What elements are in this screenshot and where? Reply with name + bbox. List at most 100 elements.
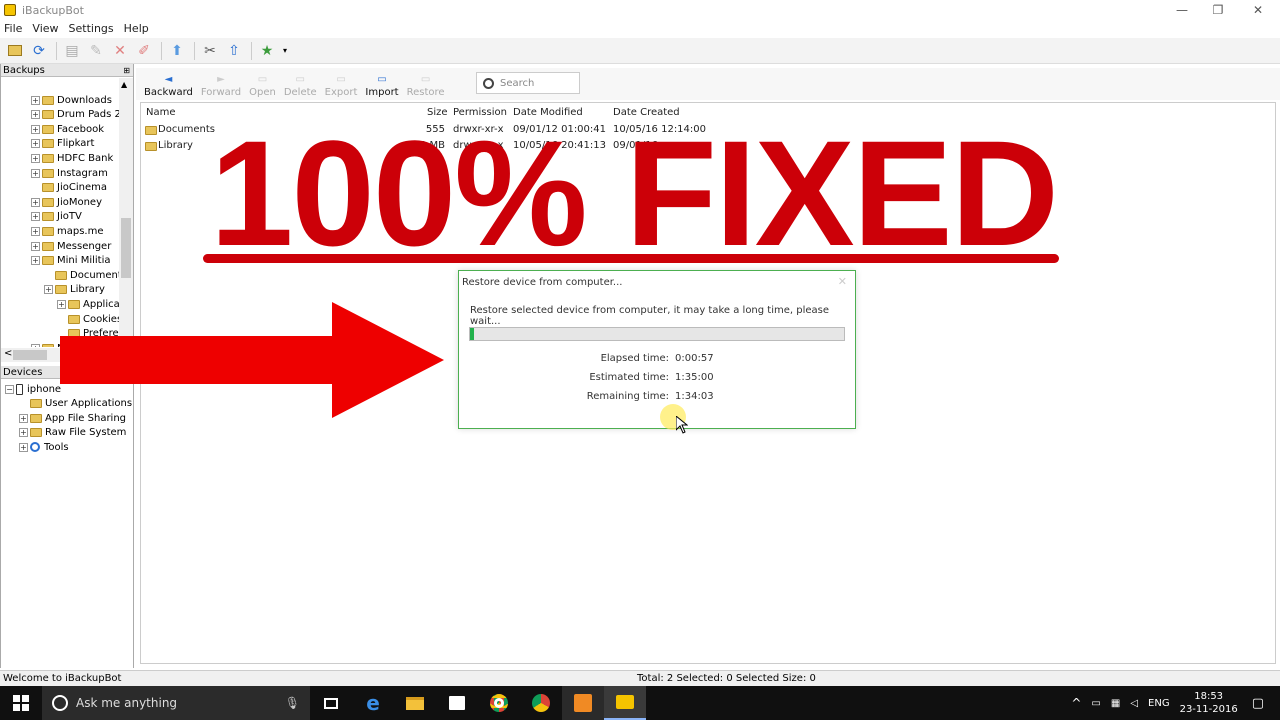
battery-icon[interactable]: ▭	[1091, 698, 1100, 709]
expand-toggle-icon[interactable]: +	[31, 168, 40, 178]
device-tree-item[interactable]: + Raw File System	[19, 426, 126, 440]
delete-button[interactable]: ▭ Delete	[284, 70, 317, 100]
chrome-icon[interactable]	[478, 686, 520, 720]
backup-tree-item[interactable]: + Library	[44, 283, 105, 297]
expand-toggle-icon[interactable]: +	[31, 241, 40, 251]
folder-icon	[30, 428, 42, 438]
content-toolbar: ◄ Backward ► Forward ▭ Open ▭ Delete ▭ Export ▭ Imp…	[136, 68, 1280, 100]
expand-toggle-icon[interactable]: +	[31, 153, 40, 163]
scroll-thumb[interactable]	[121, 218, 131, 278]
upload-cloud-icon[interactable]: ⬆	[166, 41, 188, 61]
backups-panel-header: Backups ⊞	[1, 64, 133, 77]
task-view-icon[interactable]	[310, 686, 352, 720]
backup-tree-item[interactable]: + maps.me	[31, 224, 104, 238]
language-indicator[interactable]: ENG	[1148, 698, 1170, 709]
delete-icon: ▭	[295, 74, 305, 85]
expand-toggle-icon[interactable]: +	[31, 124, 40, 134]
restore-button[interactable]: ▭ Restore	[407, 70, 445, 100]
store-icon[interactable]	[436, 686, 478, 720]
backup-tree-item[interactable]: + Messenger	[31, 239, 111, 253]
cell-name: Documents	[158, 124, 216, 135]
file-explorer-icon[interactable]	[394, 686, 436, 720]
expand-toggle-icon[interactable]: +	[19, 413, 28, 423]
menu-file[interactable]: File	[4, 22, 22, 35]
expand-toggle-icon[interactable]: +	[31, 95, 40, 105]
eraser-icon[interactable]: ✐	[133, 41, 155, 61]
forward-button[interactable]: ► Forward	[201, 70, 241, 100]
backup-tree-item[interactable]: + JioTV	[31, 210, 82, 224]
minimize-button[interactable]: —	[1164, 0, 1200, 20]
estimated-value: 1:35:00	[675, 372, 714, 383]
backup-tree-item[interactable]: + JioMoney	[31, 195, 102, 209]
volume-icon[interactable]: ◁	[1130, 698, 1138, 709]
maximize-button[interactable]: ❐	[1200, 0, 1236, 20]
recorder-app-icon[interactable]	[562, 686, 604, 720]
scroll-thumb[interactable]	[13, 350, 47, 360]
edge-browser-icon[interactable]: e	[352, 686, 394, 720]
backward-button[interactable]: ◄ Backward	[144, 70, 193, 100]
window-title: iBackupBot	[22, 3, 84, 17]
remaining-label: Remaining time:	[586, 391, 669, 402]
headline-underline	[203, 254, 1059, 263]
expand-toggle-icon[interactable]: +	[19, 428, 28, 438]
iphone-icon	[16, 383, 23, 395]
chrome-icon-2[interactable]	[520, 686, 562, 720]
backup-tree-item[interactable]: + HDFC Bank	[31, 151, 113, 165]
folder-icon	[55, 285, 67, 295]
notifications-icon[interactable]: ▢	[1252, 696, 1264, 711]
expand-toggle-icon[interactable]: +	[31, 343, 40, 347]
open-icon: ▭	[257, 74, 268, 85]
expand-toggle-icon[interactable]: +	[31, 256, 40, 266]
scroll-left-icon[interactable]: <	[4, 348, 12, 359]
pin-icon[interactable]: ⊞	[123, 66, 130, 75]
update-icon[interactable]: ⇧	[223, 41, 245, 61]
chevron-down-icon[interactable]: ▾	[280, 41, 290, 61]
start-button[interactable]	[0, 686, 42, 720]
backup-tree-item[interactable]: + Instagram	[31, 166, 108, 180]
backup-tree-item[interactable]: Documents	[44, 268, 127, 282]
expand-toggle-icon[interactable]: +	[31, 110, 40, 120]
scroll-up-icon[interactable]: ▲	[121, 80, 127, 89]
network-icon[interactable]: ▦	[1111, 698, 1120, 709]
copy-icon[interactable]: ▤	[61, 41, 83, 61]
backup-tree-item[interactable]: + Facebook	[31, 122, 104, 136]
menu-view[interactable]: View	[32, 22, 58, 35]
microphone-icon[interactable]: 🎙	[285, 696, 300, 710]
menu-help[interactable]: Help	[124, 22, 149, 35]
delete-icon[interactable]: ✕	[109, 41, 131, 61]
device-tree-item[interactable]: − iphone	[5, 382, 61, 396]
expand-toggle-icon[interactable]: +	[31, 197, 40, 207]
backup-tree-item[interactable]: + Mini Militia	[31, 254, 111, 268]
dialog-close-icon[interactable]: ✕	[838, 275, 847, 288]
restore-progress-bar	[469, 327, 845, 341]
favorite-star-icon[interactable]: ★	[256, 41, 278, 61]
clock[interactable]: 18:53 23-11-2016	[1180, 690, 1238, 716]
backup-tree-item[interactable]: + Flipkart	[31, 137, 94, 151]
col-name[interactable]: Name	[146, 107, 176, 118]
cortana-search[interactable]: Ask me anything 🎙	[42, 686, 310, 720]
expand-toggle-icon[interactable]: +	[44, 285, 53, 295]
open-folder-icon[interactable]	[4, 41, 26, 61]
backup-tree-item[interactable]: + Drum Pads 24	[31, 108, 127, 122]
app-logo-icon	[4, 4, 16, 16]
import-button[interactable]: ▭ Import	[365, 70, 398, 100]
expand-toggle-icon[interactable]: +	[31, 212, 40, 222]
tools-icon[interactable]: ✂	[199, 41, 221, 61]
expand-toggle-icon[interactable]: +	[19, 442, 28, 452]
device-tree-item[interactable]: + Tools	[19, 440, 69, 454]
toolbar-button-label: Backward	[144, 87, 193, 98]
tray-overflow-icon[interactable]: ^	[1071, 696, 1081, 710]
ibackupbot-taskbar-icon[interactable]	[604, 686, 646, 720]
open-button[interactable]: ▭ Open	[249, 70, 276, 100]
expand-toggle-icon[interactable]: +	[31, 139, 40, 149]
menu-settings[interactable]: Settings	[69, 22, 114, 35]
clean-icon[interactable]: ✎	[85, 41, 107, 61]
folder-icon	[30, 413, 42, 423]
expand-toggle-icon[interactable]: +	[31, 226, 40, 236]
close-button[interactable]: ✕	[1240, 0, 1276, 20]
export-button[interactable]: ▭ Export	[325, 70, 358, 100]
refresh-icon[interactable]: ⟳	[28, 41, 50, 61]
backup-tree-item[interactable]: + Downloads	[31, 93, 112, 107]
search-box[interactable]: Search	[476, 72, 580, 94]
backup-tree-item[interactable]: JioCinema	[31, 181, 107, 195]
